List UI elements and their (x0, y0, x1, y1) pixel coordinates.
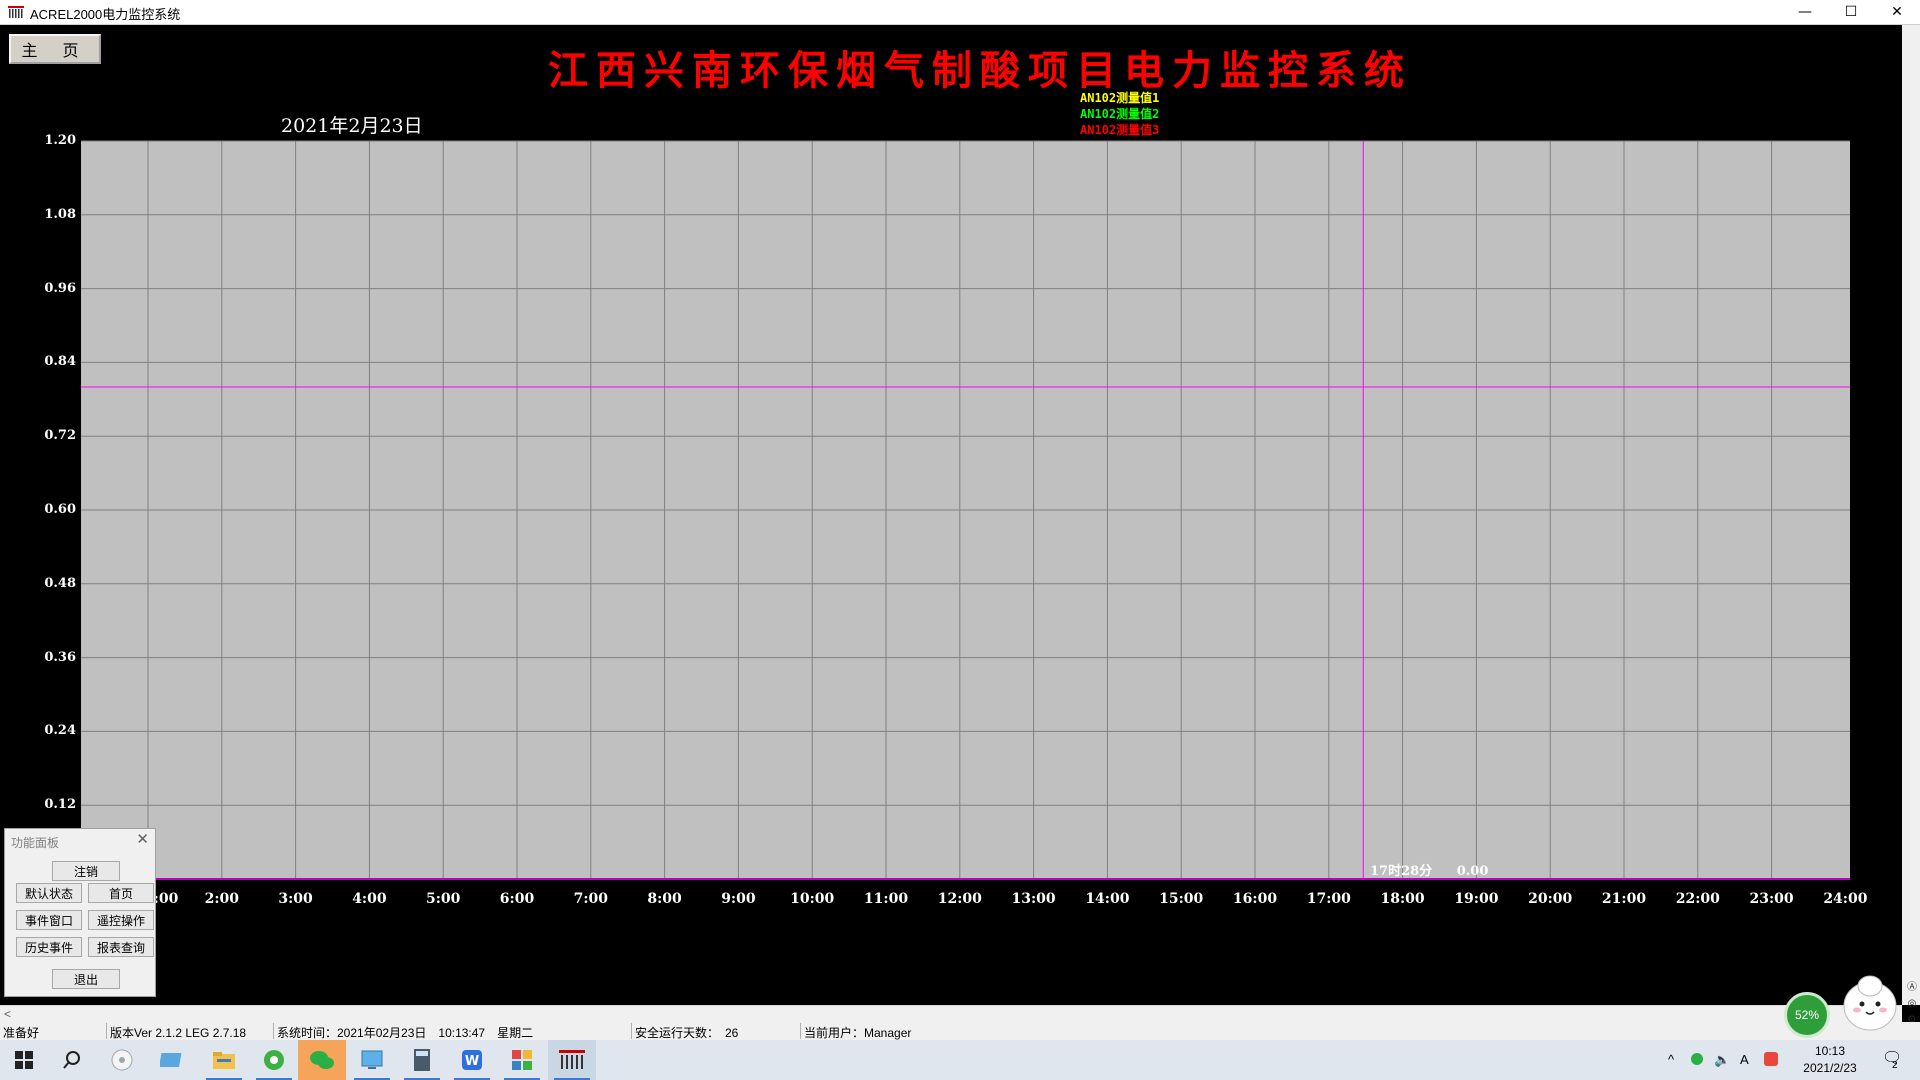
cursor-readout: 17时28分 0.00 (1370, 860, 1508, 879)
ime-simplified-icon[interactable]: ◎ (1904, 996, 1920, 1012)
status-safe-days: 安全运行天数： 26 (635, 1026, 739, 1040)
x-tick-label: 18:00 (1380, 891, 1425, 907)
windows-icon (15, 1051, 33, 1069)
search-icon (63, 1051, 80, 1069)
y-tick-label: 0.96 (44, 280, 76, 296)
trend-chart (81, 140, 1850, 880)
x-tick-label: 8:00 (647, 891, 682, 907)
x-tick-label: 13:00 (1011, 891, 1056, 907)
panel-close-icon[interactable]: ✕ (136, 830, 149, 848)
status-separator (800, 1023, 801, 1039)
ime-settings-icon[interactable]: ⊙ (1904, 1012, 1920, 1028)
x-tick-label: 11:00 (863, 891, 909, 907)
x-tick-label: 6:00 (499, 891, 535, 907)
x-tick-label: 9:00 (721, 891, 756, 907)
y-tick-label: 0.84 (44, 354, 76, 370)
mascot-icon[interactable] (1840, 972, 1900, 1034)
y-tick-label: 0.72 (44, 428, 76, 444)
taskbar-app-calculator[interactable] (398, 1040, 446, 1080)
y-tick-label: 1.20 (44, 133, 76, 148)
y-tick-label: 0.48 (44, 575, 76, 591)
status-bar: 准备好 版本Ver 2.1.2 LEG 2.7.18 系统时间：2021年02月… (0, 1022, 1920, 1040)
x-tick-label: 21:00 (1601, 891, 1647, 907)
panel-title: 功能面板 (11, 836, 60, 850)
taskbar-app-remote[interactable] (148, 1040, 196, 1080)
performance-badge[interactable]: 52% (1784, 992, 1830, 1038)
status-current-user: 当前用户：Manager (804, 1026, 912, 1040)
y-tick-label: 0.24 (44, 723, 76, 739)
homepage-button[interactable]: 首页 (88, 883, 154, 903)
cursor-value: 0.00 (1456, 864, 1489, 879)
search-button[interactable] (48, 1040, 96, 1080)
y-tick-label: 0.12 (44, 797, 76, 813)
svg-text:W: W (465, 1054, 479, 1069)
report-query-button[interactable]: 报表查询 (88, 937, 154, 957)
start-button[interactable] (0, 1040, 48, 1080)
wechat-icon (310, 1051, 334, 1069)
event-window-button[interactable]: 事件窗口 (16, 910, 82, 930)
status-version: 版本Ver 2.1.2 LEG 2.7.18 (110, 1026, 247, 1040)
function-panel: 功能面板 ✕ 注销 默认状态 首页 事件窗口 遥控操作 历史事件 报表查询 退出 (4, 828, 156, 997)
remote-desktop-icon (160, 1053, 182, 1067)
y-tick-label: 0.36 (44, 649, 76, 665)
monitor-icon (361, 1050, 383, 1069)
clock-date: 2021/2/23 (1803, 1061, 1857, 1075)
browser-icon (264, 1050, 284, 1070)
x-tick-label: 12:00 (937, 891, 982, 907)
status-separator (273, 1023, 274, 1039)
default-state-button[interactable]: 默认状态 (16, 883, 82, 903)
x-tick-label: 5:00 (425, 891, 461, 907)
taskbar-app-explorer[interactable] (200, 1040, 248, 1080)
y-tick-label: 1.08 (44, 206, 76, 222)
tray-chat-icon[interactable] (1690, 1052, 1704, 1069)
x-tick-label: 7:00 (573, 891, 608, 907)
status-separator (106, 1023, 107, 1039)
taskbar-app-acrel[interactable] (548, 1040, 596, 1080)
x-tick-label: 10:00 (790, 891, 835, 907)
x-tick-label: 24:00 (1823, 891, 1868, 907)
history-events-button[interactable]: 历史事件 (16, 937, 82, 957)
status-ready: 准备好 (3, 1026, 40, 1040)
x-tick-label: 3:00 (278, 891, 313, 907)
sogou-ime-icon[interactable] (1764, 1052, 1778, 1069)
notification-count: 2 (1892, 1060, 1898, 1071)
taskbar-app-control[interactable] (498, 1040, 546, 1080)
x-tick-label: 2:00 (204, 891, 239, 907)
ime-indicator[interactable]: A (1740, 1052, 1749, 1067)
wps-icon: W (462, 1050, 482, 1070)
y-tick-label: 0.60 (44, 502, 76, 517)
x-tick-label: 15:00 (1159, 891, 1204, 907)
tray-expand-icon[interactable]: ^ (1668, 1052, 1674, 1067)
remote-operation-button[interactable]: 遥控操作 (88, 910, 154, 930)
taskbar: W ^ 🔈 A 🗨 2 (0, 1040, 1920, 1080)
control-panel-icon (512, 1050, 532, 1070)
x-tick-label: 19:00 (1454, 891, 1499, 907)
x-tick-label: 14:00 (1085, 891, 1130, 907)
cursor-time: 17时28分 (1370, 864, 1433, 879)
status-separator (631, 1023, 632, 1039)
x-tick-label: 22:00 (1675, 891, 1720, 907)
clock-time: 10:13 (1814, 1044, 1846, 1058)
taskbar-app-browser[interactable] (250, 1040, 298, 1080)
folder-icon (213, 1052, 235, 1069)
x-tick-label: 23:00 (1749, 891, 1794, 907)
taskbar-app-monitor[interactable] (348, 1040, 396, 1080)
exit-button[interactable]: 退出 (52, 969, 120, 989)
taskbar-app-wps[interactable]: W (448, 1040, 496, 1080)
x-tick-label: 4:00 (352, 891, 387, 907)
calculator-icon (414, 1049, 430, 1071)
acrel-app-icon (559, 1050, 585, 1069)
x-tick-label: 16:00 (1232, 891, 1278, 907)
x-tick-label: 17:00 (1306, 891, 1351, 907)
status-system-time: 系统时间：2021年02月23日 10:13:47 星期二 (277, 1026, 534, 1040)
taskbar-app-fan[interactable] (98, 1040, 146, 1080)
x-tick-label: 20:00 (1528, 891, 1573, 907)
volume-icon[interactable]: 🔈 (1714, 1052, 1730, 1068)
ime-a-icon[interactable]: Ⓐ (1904, 980, 1920, 996)
taskbar-app-wechat[interactable] (298, 1040, 346, 1080)
side-toolstrip[interactable]: Ⓐ ◎ ⊙ (1904, 980, 1920, 1028)
fan-icon (111, 1049, 133, 1071)
taskbar-clock[interactable]: 10:13 2021/2/23 (1780, 1043, 1880, 1077)
logout-button[interactable]: 注销 (52, 861, 120, 881)
